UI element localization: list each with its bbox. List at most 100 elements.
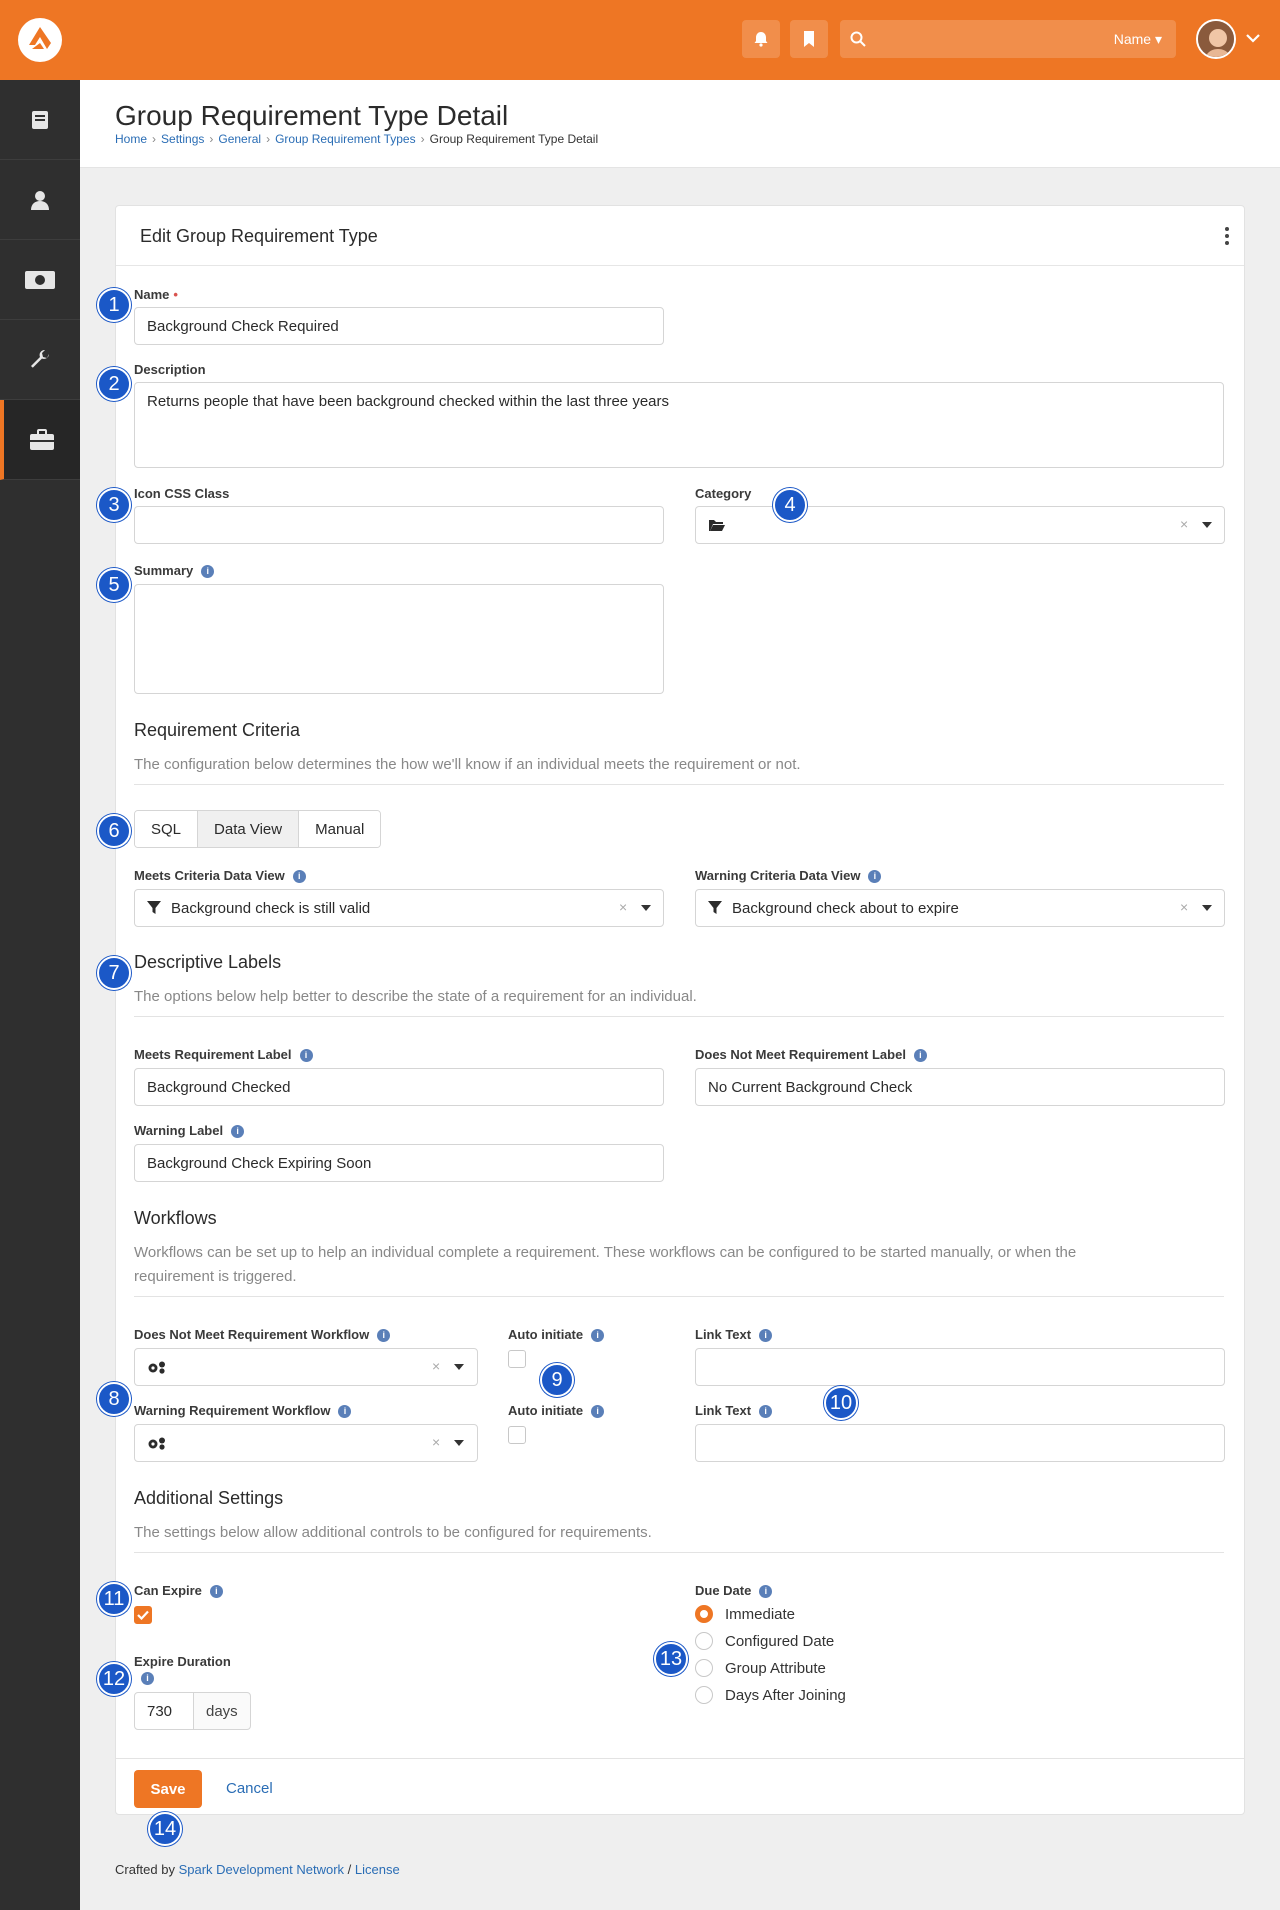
info-icon[interactable]: i — [913, 1049, 927, 1062]
tab-data-view[interactable]: Data View — [198, 811, 300, 847]
due-date-option[interactable]: Group Attribute — [695, 1659, 826, 1677]
info-icon[interactable]: i — [759, 1405, 773, 1418]
link-text-input[interactable] — [695, 1424, 1225, 1462]
breadcrumb-settings[interactable]: Settings — [161, 132, 204, 146]
radio-group-attribute[interactable] — [695, 1659, 713, 1677]
auto-initiate-label: Auto initiate i — [508, 1403, 605, 1418]
can-expire-label-text: Can Expire — [134, 1583, 202, 1598]
clear-icon[interactable]: × — [432, 1434, 440, 1450]
radio-days-after-joining[interactable] — [695, 1686, 713, 1704]
folder-open-icon — [709, 520, 725, 531]
info-icon[interactable]: i — [201, 565, 215, 578]
expire-duration-input[interactable]: 730 — [134, 1692, 194, 1730]
warning-dataview-picker[interactable]: Background check about to expire — [695, 889, 1225, 927]
bookmark-icon[interactable] — [790, 20, 828, 58]
tab-manual[interactable]: Manual — [299, 811, 381, 847]
caret-down-icon[interactable] — [454, 1440, 464, 1446]
warning-label-input[interactable]: Background Check Expiring Soon — [134, 1144, 664, 1182]
labels-desc: The options below help better to describ… — [134, 988, 697, 1005]
caret-down-icon[interactable] — [641, 905, 651, 911]
info-icon[interactable]: i — [377, 1329, 391, 1342]
tab-sql[interactable]: SQL — [135, 811, 199, 847]
callout-badge: 14 — [148, 1812, 182, 1846]
caret-down-icon[interactable] — [454, 1364, 464, 1370]
callout-badge: 3 — [97, 488, 131, 522]
sidebar-item-people[interactable] — [0, 160, 80, 240]
link-text-input[interactable] — [695, 1348, 1225, 1386]
info-icon[interactable]: i — [591, 1329, 605, 1342]
icon-css-input[interactable] — [134, 506, 664, 544]
kebab-menu-icon[interactable] — [1224, 226, 1230, 246]
due-date-option[interactable]: Immediate — [695, 1605, 795, 1623]
description-textarea[interactable]: Returns people that have been background… — [134, 382, 1224, 468]
warning-workflow-label: Warning Requirement Workflow i — [134, 1403, 352, 1418]
info-icon[interactable]: i — [209, 1585, 223, 1598]
clear-icon[interactable]: × — [432, 1358, 440, 1374]
summary-label: Summary i — [134, 563, 215, 578]
summary-textarea[interactable] — [134, 584, 664, 694]
divider — [134, 784, 1224, 785]
category-label: Category — [695, 486, 752, 501]
labels-title: Descriptive Labels — [134, 952, 282, 972]
wrench-icon — [31, 349, 49, 367]
can-expire-checkbox[interactable] — [134, 1606, 152, 1624]
sidebar-item-book[interactable] — [0, 80, 80, 160]
name-input[interactable]: Background Check Required — [134, 307, 664, 345]
search-icon — [850, 31, 866, 47]
auto-initiate-label-text: Auto initiate — [508, 1403, 584, 1418]
info-icon[interactable]: i — [338, 1405, 352, 1418]
due-date-option[interactable]: Days After Joining — [695, 1686, 846, 1704]
info-icon[interactable]: i — [759, 1329, 773, 1342]
radio-configured-date[interactable] — [695, 1632, 713, 1650]
info-icon[interactable]: i — [868, 870, 882, 883]
warning-workflow-picker[interactable] — [134, 1424, 478, 1462]
info-icon[interactable]: i — [299, 1049, 313, 1062]
meets-label-input[interactable]: Background Checked — [134, 1068, 664, 1106]
due-date-option-label: Immediate — [725, 1605, 796, 1623]
footer-org-link[interactable]: Spark Development Network — [179, 1862, 344, 1877]
caret-down-icon[interactable] — [1202, 522, 1212, 528]
search-filter-label: Name — [1113, 31, 1152, 47]
rock-logo-icon[interactable] — [18, 18, 62, 62]
info-icon[interactable]: i — [759, 1585, 773, 1598]
meets-dataview-picker[interactable]: Background check is still valid — [134, 889, 664, 927]
warning-dataview-label-text: Warning Criteria Data View — [695, 868, 861, 883]
save-button[interactable]: Save — [134, 1770, 202, 1808]
divider — [134, 1016, 1224, 1017]
page-title: Group Requirement Type Detail — [115, 100, 509, 131]
callout-badge: 10 — [824, 1386, 858, 1420]
not-meets-label-input[interactable]: No Current Background Check — [695, 1068, 1225, 1106]
info-icon[interactable]: i — [292, 870, 306, 883]
clear-icon[interactable]: × — [1180, 899, 1188, 915]
not-meet-workflow-picker[interactable] — [134, 1348, 478, 1386]
search-input[interactable]: Name ▾ — [840, 20, 1176, 58]
footer-license-link[interactable]: License — [355, 1862, 400, 1877]
user-avatar[interactable] — [1196, 19, 1236, 59]
callout-badge: 9 — [540, 1363, 574, 1397]
search-filter-name[interactable]: Name ▾ — [1114, 31, 1162, 48]
info-icon[interactable]: i — [141, 1672, 154, 1685]
breadcrumb-group-requirement-types[interactable]: Group Requirement Types — [275, 132, 416, 146]
bell-icon[interactable] — [742, 20, 780, 58]
auto-initiate-checkbox[interactable] — [508, 1426, 526, 1444]
cogs-icon — [148, 1361, 165, 1374]
due-date-option-label: Configured Date — [725, 1632, 835, 1650]
clear-icon[interactable]: × — [1180, 516, 1188, 532]
chevron-down-icon[interactable] — [1246, 34, 1260, 44]
clear-icon[interactable]: × — [619, 899, 627, 915]
breadcrumb-home[interactable]: Home — [115, 132, 147, 146]
workflows-title: Workflows — [134, 1208, 217, 1228]
criteria-title: Requirement Criteria — [134, 720, 301, 740]
info-icon[interactable]: i — [231, 1125, 245, 1138]
cancel-button[interactable]: Cancel — [226, 1780, 273, 1797]
sidebar-item-finance[interactable] — [0, 240, 80, 320]
auto-initiate-checkbox[interactable] — [508, 1350, 526, 1368]
sidebar-item-tools[interactable] — [0, 320, 80, 400]
warning-dataview-label: Warning Criteria Data View i — [695, 868, 882, 883]
sidebar-item-admin[interactable] — [0, 400, 80, 480]
info-icon[interactable]: i — [591, 1405, 605, 1418]
breadcrumb-general[interactable]: General — [218, 132, 261, 146]
radio-immediate[interactable] — [695, 1605, 713, 1623]
due-date-option[interactable]: Configured Date — [695, 1632, 834, 1650]
caret-down-icon[interactable] — [1202, 905, 1212, 911]
